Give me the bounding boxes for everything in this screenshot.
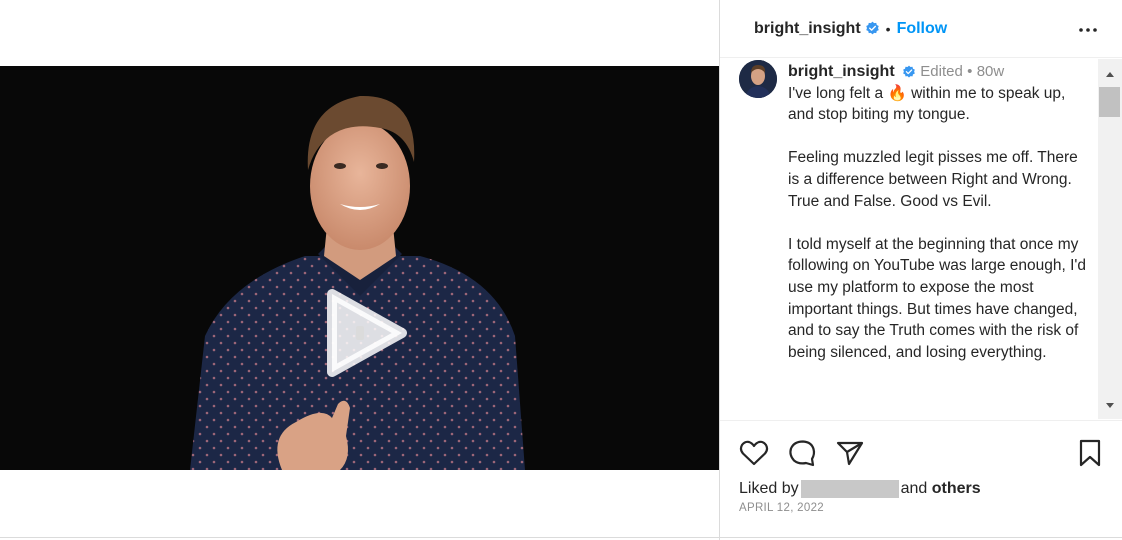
play-icon[interactable]	[320, 288, 410, 378]
edited-label: Edited	[920, 63, 963, 80]
heart-icon[interactable]	[738, 437, 770, 469]
post-header: bright_insight • Follow	[720, 0, 1122, 58]
post-caption: bright_insight Edited • 80w I've long fe…	[788, 61, 1088, 385]
likes-connector: and	[900, 480, 928, 497]
author-username[interactable]: bright_insight	[754, 20, 861, 38]
meta-separator: •	[967, 63, 973, 80]
verified-badge-icon	[865, 21, 879, 35]
post-age[interactable]: 80w	[977, 63, 1005, 80]
scroll-down-button[interactable]	[1098, 397, 1122, 415]
caption-scroll-area[interactable]: bright_insight Edited • 80w I've long fe…	[720, 59, 1098, 419]
caption-paragraph: Feeling muzzled legit pisses me off. The…	[788, 149, 1078, 210]
video-player[interactable]	[0, 66, 720, 470]
likes-others-link[interactable]: others	[932, 480, 981, 498]
scroll-up-button[interactable]	[1098, 65, 1122, 83]
bookmark-icon[interactable]	[1074, 437, 1106, 469]
divider	[0, 537, 1122, 538]
post-date[interactable]: APRIL 12, 2022	[739, 502, 824, 514]
likes-summary: Liked by and others	[739, 480, 981, 498]
comment-bubble-icon[interactable]	[786, 437, 818, 469]
media-pane	[0, 0, 720, 540]
post-side-panel: bright_insight • Follow bright_insight E…	[719, 0, 1122, 540]
paper-plane-icon[interactable]	[834, 437, 866, 469]
liker-name-redacted[interactable]	[800, 480, 899, 498]
video-frame	[0, 66, 720, 470]
caption-username[interactable]: bright_insight	[788, 63, 895, 80]
chevron-down-icon	[1106, 403, 1114, 408]
avatar[interactable]	[739, 60, 777, 98]
action-bar	[720, 420, 1122, 480]
chevron-up-icon	[1106, 72, 1114, 77]
caption-line: I've long felt a	[788, 84, 884, 102]
follow-button[interactable]: Follow	[897, 20, 948, 38]
avatar-image	[739, 60, 777, 98]
fire-emoji-icon: 🔥	[887, 84, 907, 102]
likes-prefix: Liked by	[739, 480, 799, 497]
caption-scrollbar[interactable]	[1098, 59, 1122, 419]
caption-paragraph: I told myself at the beginning that once…	[788, 235, 1086, 361]
scrollbar-thumb[interactable]	[1099, 87, 1120, 117]
more-options-icon[interactable]	[1076, 18, 1100, 42]
verified-badge-icon	[903, 65, 915, 78]
header-separator: •	[885, 20, 891, 37]
